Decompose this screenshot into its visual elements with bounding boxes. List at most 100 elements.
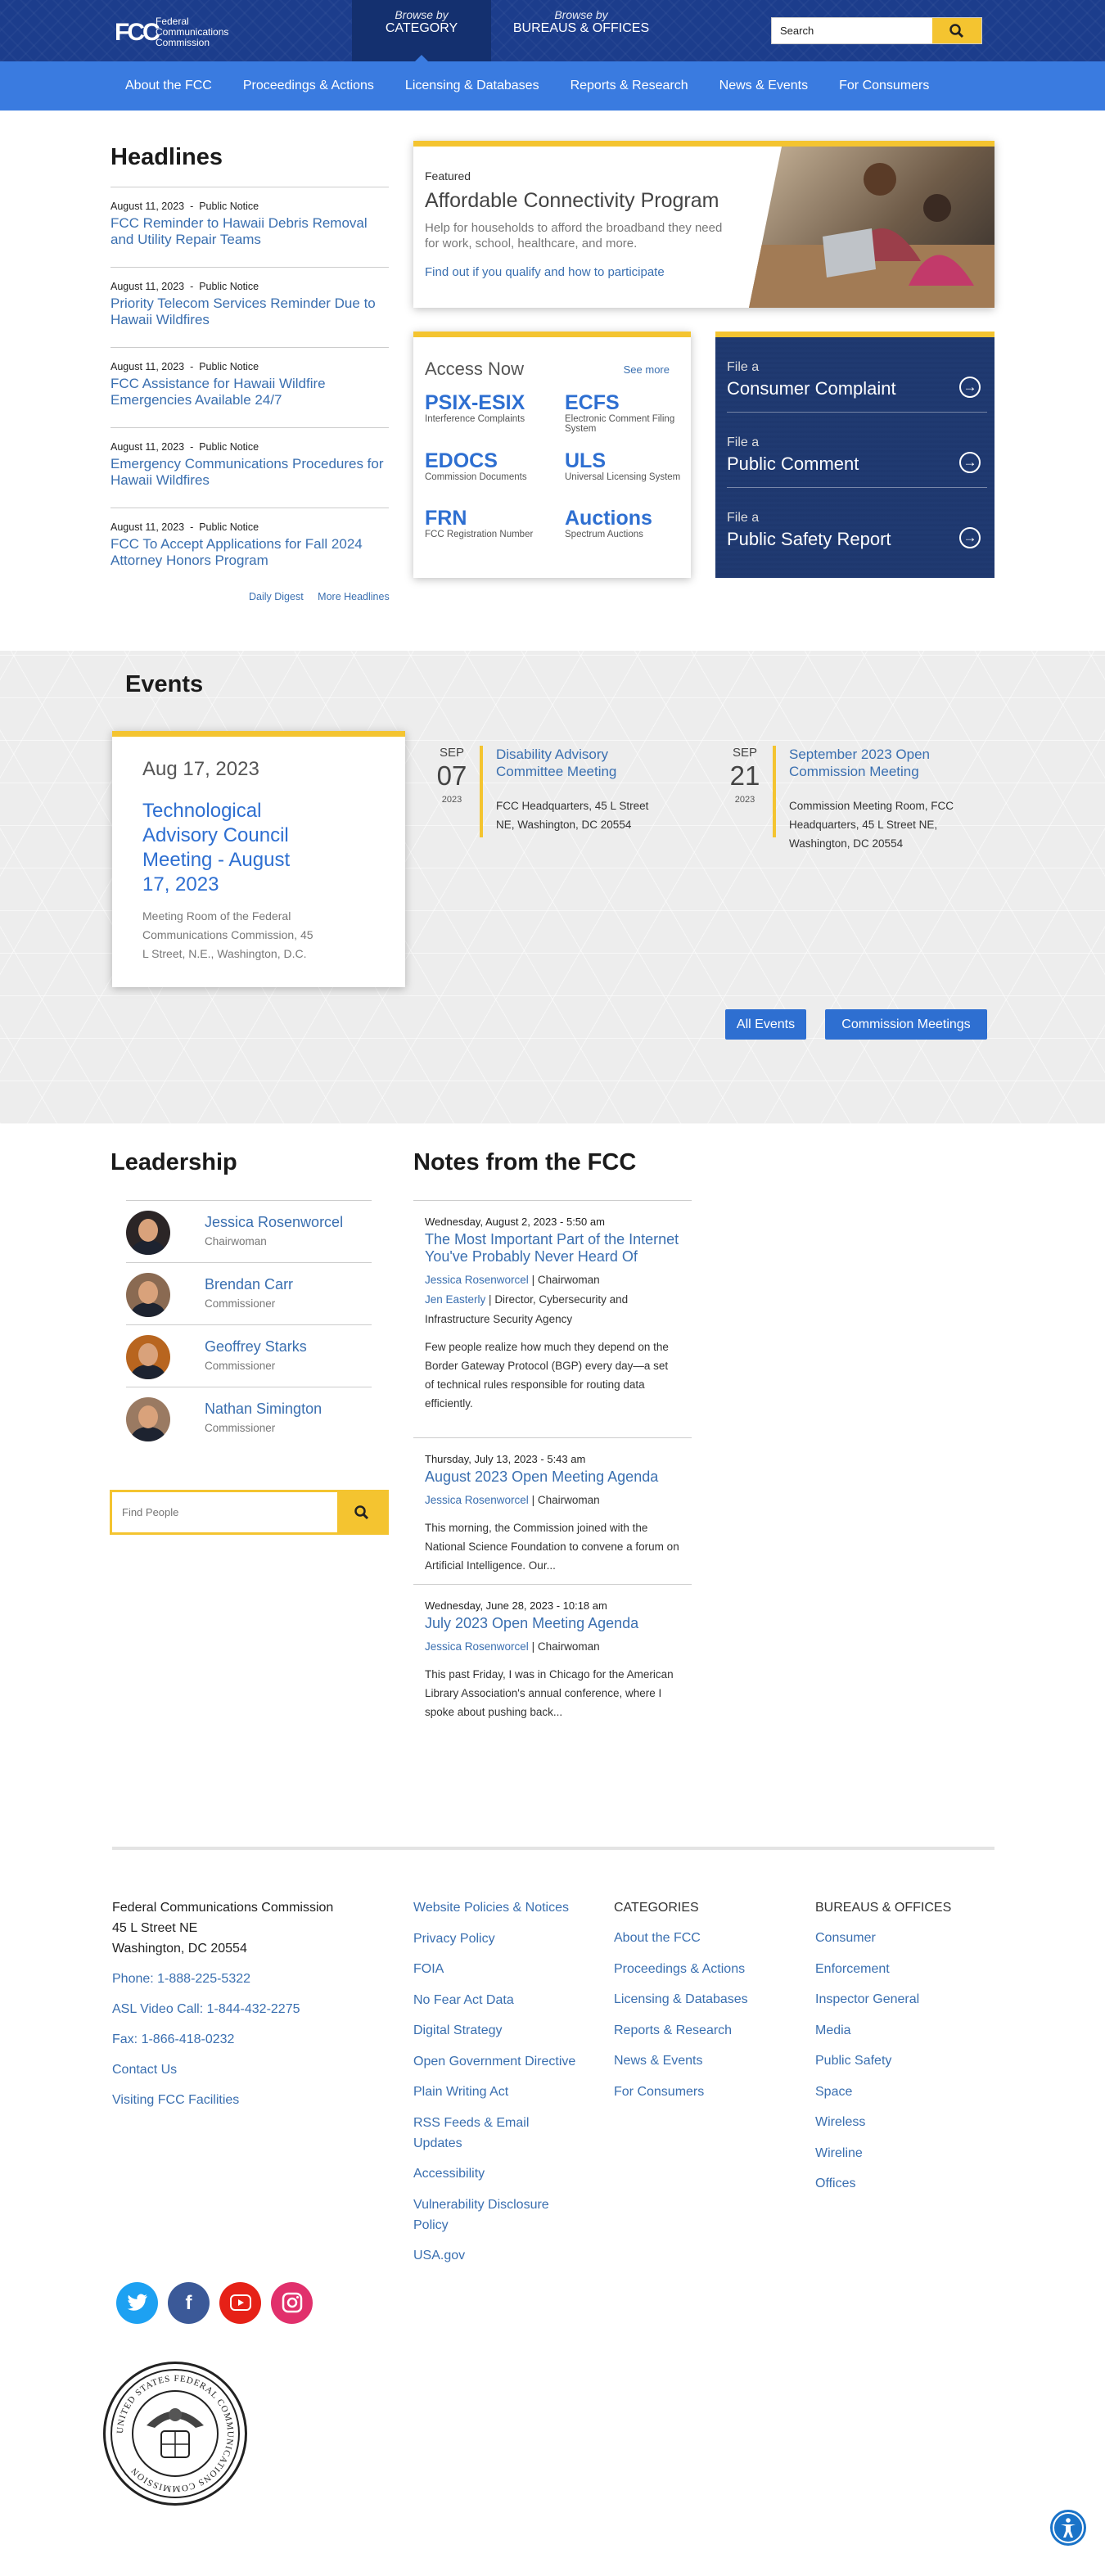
file-public-safety-report[interactable]: File a Public Safety Report → xyxy=(727,488,987,563)
featured-link[interactable]: Find out if you qualify and how to parti… xyxy=(425,265,665,279)
headline-link[interactable]: Priority Telecom Services Reminder Due t… xyxy=(110,295,389,328)
footer-bureaus: BUREAUS & OFFICES Consumer Enforcement I… xyxy=(815,1897,995,2204)
author-link[interactable]: Jen Easterly xyxy=(425,1293,485,1306)
author-link[interactable]: Jessica Rosenworcel xyxy=(425,1274,529,1286)
note-title-link[interactable]: August 2023 Open Meeting Agenda xyxy=(425,1468,680,1486)
fcc-logo-text: Federal Communications Commission xyxy=(156,16,229,48)
footer-link[interactable]: Public Safety xyxy=(815,2050,995,2071)
access-ecfs[interactable]: ECFS Electronic Comment Filing System xyxy=(565,391,688,434)
note-item: Thursday, July 13, 2023 - 5:43 am August… xyxy=(413,1437,692,1590)
leader-item: Nathan Simington Commissioner xyxy=(126,1387,372,1449)
search-button[interactable] xyxy=(932,18,981,43)
event-title-link[interactable]: September 2023 Open Commission Meeting xyxy=(789,746,961,780)
footer-link[interactable]: Enforcement xyxy=(815,1959,995,1979)
more-headlines-link[interactable]: More Headlines xyxy=(318,591,390,602)
footer-link[interactable]: Consumer xyxy=(815,1928,995,1948)
event-title-link[interactable]: Technological Advisory Council Meeting -… xyxy=(142,799,314,897)
footer-link[interactable]: No Fear Act Data xyxy=(413,1990,577,2010)
footer-phone-link[interactable]: Phone: 1-888-225-5322 xyxy=(112,1969,358,1989)
footer-link[interactable]: Offices xyxy=(815,2173,995,2194)
footer-link[interactable]: Licensing & Databases xyxy=(614,1989,794,2010)
footer-link[interactable]: News & Events xyxy=(614,2050,794,2071)
file-consumer-complaint[interactable]: File a Consumer Complaint → xyxy=(727,337,987,413)
footer-link[interactable]: Digital Strategy xyxy=(413,2020,577,2041)
event-year: 2023 xyxy=(734,795,755,805)
note-title-link[interactable]: July 2023 Open Meeting Agenda xyxy=(425,1615,680,1632)
avatar[interactable] xyxy=(126,1335,170,1379)
search-input[interactable] xyxy=(772,18,929,43)
footer-link[interactable]: Open Government Directive xyxy=(413,2051,577,2072)
leader-role: Commissioner xyxy=(205,1360,276,1372)
footer-link[interactable]: Vulnerability Disclosure Policy xyxy=(413,2195,577,2235)
find-people-button[interactable] xyxy=(337,1492,386,1532)
footer-link[interactable]: Website Policies & Notices xyxy=(413,1897,577,1918)
leader-name-link[interactable]: Geoffrey Starks xyxy=(205,1338,307,1356)
footer-asl-link[interactable]: ASL Video Call: 1-844-432-2275 xyxy=(112,1999,358,2019)
note-authors: Jessica Rosenworcel | Chairwoman Jen Eas… xyxy=(425,1274,629,1325)
see-more-link[interactable]: See more xyxy=(624,363,670,376)
footer-link[interactable]: Accessibility xyxy=(413,2163,577,2184)
footer-link[interactable]: Inspector General xyxy=(815,1989,995,2010)
facebook-icon[interactable]: f xyxy=(168,2282,210,2324)
headline-link[interactable]: FCC Assistance for Hawaii Wildfire Emerg… xyxy=(110,376,389,408)
author-link[interactable]: Jessica Rosenworcel xyxy=(425,1494,529,1506)
twitter-icon[interactable] xyxy=(116,2282,158,2324)
footer-link[interactable]: Proceedings & Actions xyxy=(614,1959,794,1979)
avatar[interactable] xyxy=(126,1397,170,1441)
headline-item: August 11, 2023 - Public Notice Emergenc… xyxy=(110,427,389,489)
leader-name-link[interactable]: Jessica Rosenworcel xyxy=(205,1214,343,1231)
footer-link[interactable]: Wireless xyxy=(815,2112,995,2132)
footer-link[interactable]: Privacy Policy xyxy=(413,1929,577,1949)
footer-link[interactable]: USA.gov xyxy=(413,2245,577,2266)
accessibility-icon[interactable] xyxy=(1050,2510,1086,2546)
commission-meetings-button[interactable]: Commission Meetings xyxy=(825,1009,987,1040)
nav-news[interactable]: News & Events xyxy=(704,61,823,111)
nav-about[interactable]: About the FCC xyxy=(110,61,228,111)
footer-link[interactable]: FOIA xyxy=(413,1959,577,1979)
footer-fax-link[interactable]: Fax: 1-866-418-0232 xyxy=(112,2029,358,2050)
access-uls[interactable]: ULS Universal Licensing System xyxy=(565,449,688,482)
footer-link[interactable]: Media xyxy=(815,2020,995,2041)
footer-visiting-link[interactable]: Visiting FCC Facilities xyxy=(112,2090,358,2110)
access-edocs[interactable]: EDOCS Commission Documents xyxy=(425,449,548,482)
nav-licensing[interactable]: Licensing & Databases xyxy=(390,61,555,111)
footer-link[interactable]: Space xyxy=(815,2082,995,2102)
footer-address-line: Federal Communications Commission xyxy=(112,1901,334,1915)
headline-link[interactable]: FCC To Accept Applications for Fall 2024… xyxy=(110,536,389,569)
access-auctions[interactable]: Auctions Spectrum Auctions xyxy=(565,507,688,539)
file-public-comment[interactable]: File a Public Comment → xyxy=(727,413,987,488)
find-people-input[interactable] xyxy=(112,1492,333,1532)
daily-digest-link[interactable]: Daily Digest xyxy=(249,591,304,602)
arrow-right-icon: → xyxy=(959,527,981,548)
footer-link[interactable]: Plain Writing Act xyxy=(413,2082,577,2102)
event-title-link[interactable]: Disability Advisory Committee Meeting xyxy=(496,746,668,780)
headline-link[interactable]: Emergency Communications Procedures for … xyxy=(110,456,389,489)
access-psix-esix[interactable]: PSIX-ESIX Interference Complaints xyxy=(425,391,548,424)
featured-event-card[interactable]: Aug 17, 2023 Technological Advisory Coun… xyxy=(112,731,405,987)
footer-contact: Federal Communications Commission 45 L S… xyxy=(112,1897,358,2110)
nav-proceedings[interactable]: Proceedings & Actions xyxy=(228,61,390,111)
nav-consumers[interactable]: For Consumers xyxy=(823,61,945,111)
avatar[interactable] xyxy=(126,1273,170,1317)
note-title-link[interactable]: The Most Important Part of the Internet … xyxy=(425,1231,680,1265)
fcc-logo[interactable]: FCC Federal Communications Commission xyxy=(115,16,228,48)
leader-name-link[interactable]: Nathan Simington xyxy=(205,1401,322,1418)
all-events-button[interactable]: All Events xyxy=(725,1009,806,1040)
access-frn[interactable]: FRN FCC Registration Number xyxy=(425,507,548,539)
avatar[interactable] xyxy=(126,1211,170,1255)
headline-link[interactable]: FCC Reminder to Hawaii Debris Removal an… xyxy=(110,215,389,248)
footer-link[interactable]: About the FCC xyxy=(614,1928,794,1948)
footer-link[interactable]: For Consumers xyxy=(614,2082,794,2102)
nav-reports[interactable]: Reports & Research xyxy=(555,61,704,111)
author-link[interactable]: Jessica Rosenworcel xyxy=(425,1640,529,1653)
browse-bureaus-tab[interactable]: Browse by BUREAUS & OFFICES xyxy=(491,0,671,61)
leader-name-link[interactable]: Brendan Carr xyxy=(205,1276,293,1293)
browse-category-tab[interactable]: Browse by CATEGORY xyxy=(352,0,491,61)
instagram-icon[interactable] xyxy=(271,2282,313,2324)
footer-link[interactable]: Reports & Research xyxy=(614,2020,794,2041)
footer-contact-us-link[interactable]: Contact Us xyxy=(112,2059,358,2080)
youtube-icon[interactable] xyxy=(219,2282,261,2324)
leader-role: Commissioner xyxy=(205,1422,276,1434)
footer-link[interactable]: Wireline xyxy=(815,2143,995,2163)
footer-link[interactable]: RSS Feeds & Email Updates xyxy=(413,2113,577,2154)
